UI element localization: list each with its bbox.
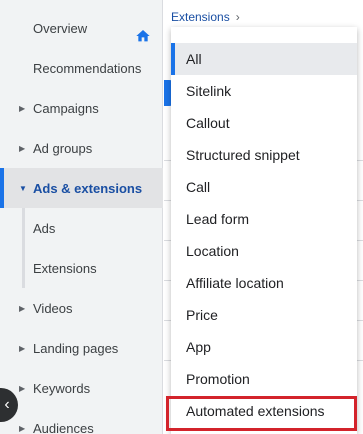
caret-right-icon: ▶ [19, 383, 26, 393]
caret-right-icon: ▶ [19, 143, 26, 153]
dropdown-option-sitelink[interactable]: Sitelink [171, 75, 357, 107]
dropdown-option-affiliate-location[interactable]: Affiliate location [171, 267, 357, 299]
dropdown-option-structured-snippet[interactable]: Structured snippet [171, 139, 357, 171]
dropdown-option-app[interactable]: App [171, 331, 357, 363]
caret-down-icon: ▼ [19, 183, 27, 193]
sidebar: Overview Recommendations ▶ Campaigns ▶ A… [0, 0, 163, 434]
caret-right-icon: ▶ [19, 423, 26, 433]
sidebar-item-landing-pages[interactable]: ▶ Landing pages [0, 328, 163, 368]
sidebar-item-label: Ads [33, 220, 56, 236]
sidebar-item-label: Ads & extensions [33, 180, 143, 196]
dropdown-option-lead-form[interactable]: Lead form [171, 203, 357, 235]
sidebar-item-label: Ad groups [33, 140, 93, 156]
sidebar-item-keywords[interactable]: ▶ Keywords [0, 368, 163, 408]
sidebar-item-ads[interactable]: Ads [0, 208, 163, 248]
dropdown-option-call[interactable]: Call [171, 171, 357, 203]
sidebar-item-ad-groups[interactable]: ▶ Ad groups [0, 128, 163, 168]
dropdown-option-promotion[interactable]: Promotion [171, 363, 357, 395]
caret-right-icon: ▶ [19, 103, 26, 113]
sidebar-item-label: Campaigns [33, 100, 99, 116]
sidebar-item-label: Videos [33, 300, 73, 316]
sidebar-item-label: Landing pages [33, 340, 119, 356]
sidebar-item-audiences[interactable]: ▶ Audiences [0, 408, 163, 434]
sidebar-item-videos[interactable]: ▶ Videos [0, 288, 163, 328]
sidebar-item-overview[interactable]: Overview [0, 8, 163, 48]
sidebar-item-ads-extensions[interactable]: ▼ Ads & extensions [0, 168, 163, 208]
dropdown-option-location[interactable]: Location [171, 235, 357, 267]
sidebar-item-campaigns[interactable]: ▶ Campaigns [0, 88, 163, 128]
sidebar-item-extensions[interactable]: Extensions [0, 248, 163, 288]
sidebar-item-label: Keywords [33, 380, 91, 396]
sidebar-item-recommendations[interactable]: Recommendations [0, 48, 163, 88]
breadcrumb-chevron-icon: › [235, 10, 240, 24]
caret-right-icon: ▶ [19, 343, 26, 353]
breadcrumb-link[interactable]: Extensions [171, 10, 230, 24]
sidebar-item-label: Extensions [33, 260, 97, 276]
annotation-highlight-box [166, 396, 357, 431]
dropdown-option-callout[interactable]: Callout [171, 107, 357, 139]
sidebar-item-label: Recommendations [33, 60, 142, 76]
home-icon [136, 30, 150, 42]
sidebar-item-label: Audiences [33, 420, 94, 434]
sidebar-item-label: Overview [33, 20, 88, 36]
breadcrumb: Extensions › [171, 10, 240, 24]
dropdown-option-all[interactable]: All [171, 43, 357, 75]
dropdown-option-price[interactable]: Price [171, 299, 357, 331]
caret-right-icon: ▶ [19, 303, 26, 313]
extension-type-dropdown: All Sitelink Callout Structured snippet … [171, 27, 357, 434]
chevron-left-icon: ‹ [4, 396, 10, 413]
